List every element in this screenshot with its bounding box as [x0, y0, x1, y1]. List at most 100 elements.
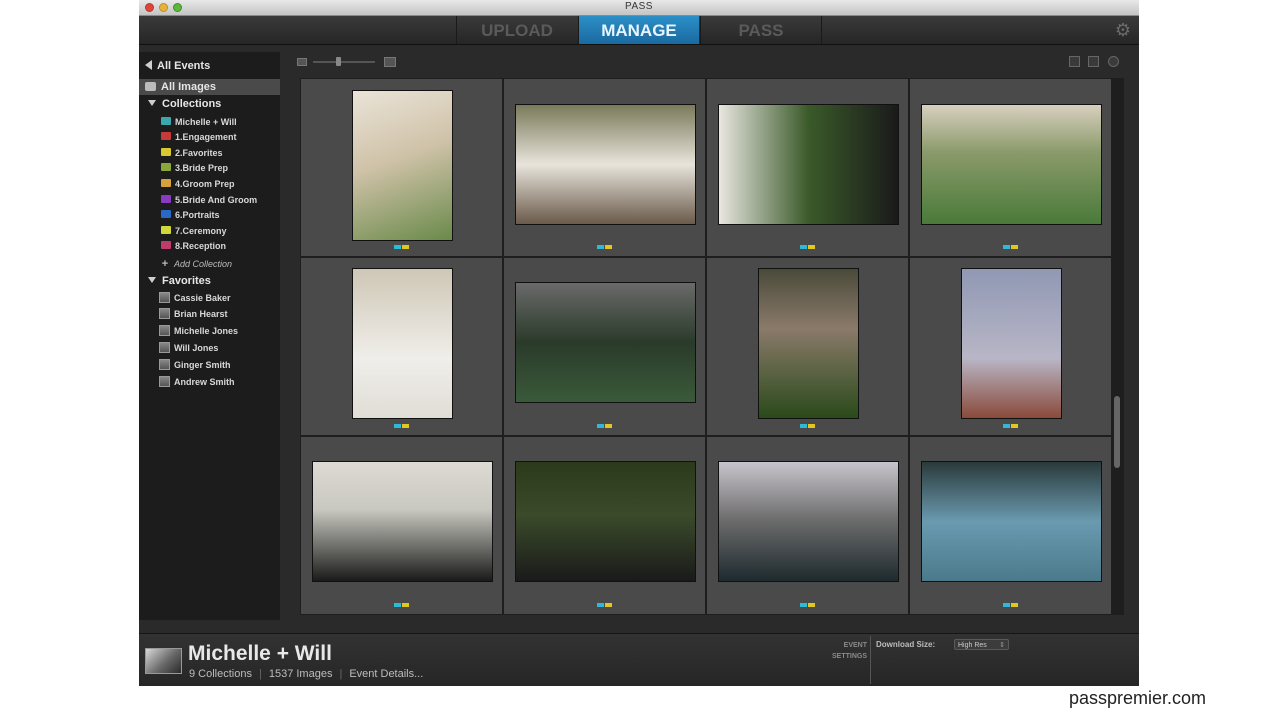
tab-manage[interactable]: MANAGE [578, 16, 699, 44]
sidebar-item-collection[interactable]: 1.Engagement [139, 129, 280, 145]
sidebar-item-collection[interactable]: 7.Ceremony [139, 223, 280, 239]
status-badge [807, 245, 815, 249]
scrollbar-thumb[interactable] [1114, 396, 1120, 468]
image-cell[interactable] [910, 79, 1111, 256]
sidebar-item-favorite[interactable]: Andrew Smith [139, 374, 280, 390]
collections-count: 9 Collections [189, 668, 252, 680]
sidebar-item-label: Brian Hearst [174, 309, 228, 319]
tab-pass[interactable]: PASS [700, 16, 822, 44]
zoom-out-icon[interactable] [297, 58, 307, 66]
image-thumbnail[interactable] [921, 104, 1102, 225]
images-icon [145, 81, 156, 91]
sidebar-item-favorite[interactable]: Michelle Jones [139, 323, 280, 339]
image-cell[interactable] [910, 258, 1111, 435]
sidebar-item-collection[interactable]: 3.Bride Prep [139, 160, 280, 176]
list-view-icon[interactable] [1088, 56, 1099, 67]
event-settings-label: SETTINGS [831, 653, 867, 660]
image-thumbnail[interactable] [515, 461, 696, 582]
slider-handle[interactable] [336, 57, 341, 66]
image-cell[interactable] [707, 437, 908, 614]
image-thumbnail[interactable] [312, 461, 493, 582]
image-cell[interactable] [301, 79, 502, 256]
sidebar: All Events All Images Collections Michel… [139, 52, 280, 620]
download-size-select[interactable]: High Res ⇕ [954, 639, 1009, 650]
status-badge [799, 603, 807, 607]
info-icon[interactable] [1108, 56, 1119, 67]
sidebar-item-label: 7.Ceremony [175, 226, 227, 236]
status-badge [401, 603, 409, 607]
event-settings-label: EVENT [843, 642, 867, 649]
image-thumbnail[interactable] [352, 268, 453, 419]
favorites-header[interactable]: Favorites [139, 273, 280, 289]
disclosure-triangle-icon [148, 100, 156, 107]
image-cell[interactable] [301, 258, 502, 435]
thumbnail-size-slider[interactable] [313, 61, 375, 63]
download-size-value: High Res [958, 642, 987, 649]
image-cell[interactable] [707, 258, 908, 435]
person-avatar-icon [159, 341, 170, 353]
event-cover-thumbnail[interactable] [145, 648, 182, 674]
image-cell[interactable] [504, 79, 705, 256]
sidebar-item-label: 8.Reception [175, 241, 227, 251]
status-badge [1010, 424, 1018, 428]
sidebar-item-all-images[interactable]: All Images [139, 79, 280, 95]
event-settings-button[interactable]: EVENT SETTINGS [829, 640, 867, 662]
sidebar-item-label: 1.Engagement [175, 132, 237, 142]
image-thumbnail[interactable] [515, 282, 696, 403]
person-avatar-icon [159, 375, 170, 387]
top-navigation: UPLOAD MANAGE PASS ⚙ [139, 16, 1139, 45]
image-thumbnail[interactable] [758, 268, 859, 419]
title-bar: PASS [139, 0, 1139, 16]
sidebar-item-collection[interactable]: 8.Reception [139, 238, 280, 254]
image-thumbnail[interactable] [718, 104, 899, 225]
sidebar-item-favorite[interactable]: Cassie Baker [139, 290, 280, 306]
image-cell[interactable] [504, 258, 705, 435]
image-cell[interactable] [910, 437, 1111, 614]
tab-upload[interactable]: UPLOAD [456, 16, 577, 44]
image-status-badges [596, 245, 613, 249]
gear-icon[interactable]: ⚙ [1113, 20, 1133, 40]
status-badge [807, 603, 815, 607]
image-thumbnail[interactable] [352, 90, 453, 241]
add-collection-label: Add Collection [174, 259, 233, 269]
sidebar-item-collection[interactable]: Michelle + Will [139, 114, 280, 130]
download-size-label: Download Size: [876, 640, 936, 649]
image-cell[interactable] [504, 437, 705, 614]
collections-header[interactable]: Collections [139, 96, 280, 112]
sidebar-item-collection[interactable]: 4.Groom Prep [139, 176, 280, 192]
sidebar-item-favorite[interactable]: Will Jones [139, 340, 280, 356]
person-avatar-icon [159, 358, 170, 370]
image-status-badges [393, 424, 410, 428]
image-cell[interactable] [301, 437, 502, 614]
image-thumbnail[interactable] [961, 268, 1062, 419]
collection-color-icon [161, 226, 171, 235]
status-badge [1002, 603, 1010, 607]
sidebar-item-all-events[interactable]: All Events [139, 58, 280, 74]
sidebar-item-favorite[interactable]: Ginger Smith [139, 357, 280, 373]
sidebar-item-collection[interactable]: 2.Favorites [139, 145, 280, 161]
collection-color-icon [161, 241, 171, 250]
zoom-in-icon[interactable] [384, 57, 396, 67]
grid-view-icon[interactable] [1069, 56, 1080, 67]
status-badge [393, 603, 401, 607]
sidebar-item-collection[interactable]: 5.Bride And Groom [139, 192, 280, 208]
sidebar-item-label: 4.Groom Prep [175, 179, 235, 189]
event-details-link[interactable]: Event Details... [349, 668, 423, 680]
sidebar-item-favorite[interactable]: Brian Hearst [139, 306, 280, 322]
grid-scrollbar[interactable] [1112, 78, 1124, 615]
image-status-badges [799, 424, 816, 428]
sidebar-item-collection[interactable]: 6.Portraits [139, 207, 280, 223]
status-badge [604, 245, 612, 249]
sidebar-item-label: Andrew Smith [174, 377, 235, 387]
image-cell[interactable] [707, 79, 908, 256]
image-thumbnail[interactable] [718, 461, 899, 582]
image-thumbnail[interactable] [515, 104, 696, 225]
image-status-badges [596, 603, 613, 607]
sidebar-item-label: 3.Bride Prep [175, 163, 229, 173]
images-count: 1537 Images [268, 668, 333, 680]
add-collection-button[interactable]: + Add Collection [139, 256, 280, 272]
image-thumbnail[interactable] [921, 461, 1102, 582]
collection-color-icon [161, 163, 171, 172]
sidebar-item-label: 2.Favorites [175, 148, 223, 158]
app-window: PASS UPLOAD MANAGE PASS ⚙ All Events All… [139, 0, 1139, 686]
